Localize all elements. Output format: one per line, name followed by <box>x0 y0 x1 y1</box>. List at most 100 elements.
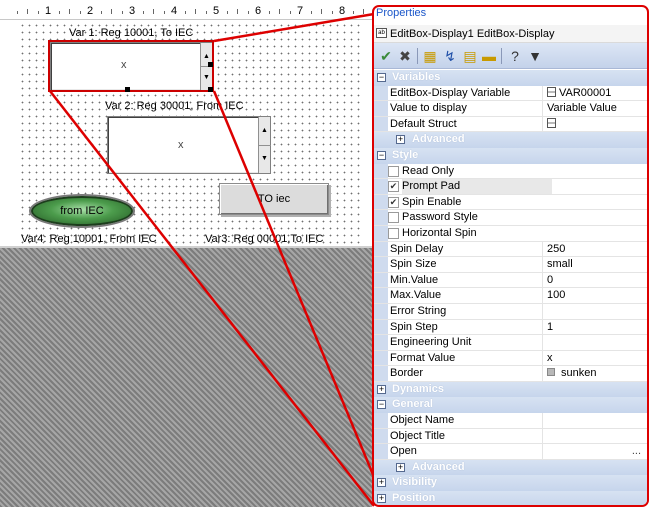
ruler-number: 7 <box>297 5 304 17</box>
property-row[interactable]: Default Struct <box>374 116 647 133</box>
category-visibility[interactable]: + Visibility <box>374 475 647 492</box>
property-value[interactable]: small <box>542 257 647 272</box>
property-value[interactable]: sunken <box>542 366 647 381</box>
category-dynamics[interactable]: + Dynamics <box>374 381 647 398</box>
resize-handle[interactable] <box>208 87 213 92</box>
sort-icon[interactable]: ↯ <box>441 47 459 65</box>
resize-handle[interactable] <box>208 62 213 67</box>
to-iec-button-label: TO iec <box>257 193 291 205</box>
horizontal-ruler: 1 2 3 4 5 6 7 8 <box>0 0 372 20</box>
checkbox-checked[interactable]: ✔ <box>388 181 399 193</box>
category-variables[interactable]: − Variables <box>374 70 647 86</box>
collapse-icon[interactable]: − <box>377 400 386 410</box>
property-row[interactable]: EditBox-Display Variable VAR00001 <box>374 85 647 102</box>
property-row[interactable]: Engineering Unit <box>374 335 647 351</box>
editbox-var1-selection[interactable] <box>48 40 214 92</box>
property-row[interactable]: Max.Value 100 <box>374 288 647 304</box>
properties-toolbar: ✔ ✖ ▦ ↯ ▤ ▬? ▼ <box>374 43 647 69</box>
property-row[interactable]: Value to display Variable Value <box>374 101 647 117</box>
variable-icon[interactable] <box>547 117 556 128</box>
ruler-tick <box>121 11 123 14</box>
property-value[interactable] <box>542 303 647 319</box>
border-swatch-icon <box>547 368 555 377</box>
spin-down-icon[interactable]: ▼ <box>261 155 268 162</box>
property-value[interactable] <box>542 428 647 444</box>
property-value[interactable]: 0 <box>542 272 647 288</box>
ruler-tick <box>310 11 312 14</box>
filter-icon[interactable]: ▼ <box>526 47 544 65</box>
category-advanced[interactable]: + Advanced <box>374 459 647 476</box>
row-gutter <box>374 350 388 366</box>
property-row[interactable]: Spin Size small <box>374 257 647 273</box>
editbox-var2[interactable]: x ▲ ▼ <box>107 116 271 174</box>
property-value[interactable]: ... <box>542 444 647 459</box>
ruler-tick <box>321 9 322 14</box>
property-row[interactable]: Open... <box>374 444 647 460</box>
toolbar-separator <box>501 48 502 64</box>
property-row[interactable]: Password Style <box>374 210 647 226</box>
row-gutter <box>374 241 388 257</box>
property-row[interactable]: Format Value x <box>374 350 647 367</box>
category-general[interactable]: − General <box>374 397 647 414</box>
category-style[interactable]: − Style <box>374 147 647 164</box>
property-name: Value to display <box>390 102 467 115</box>
property-value[interactable]: 100 <box>542 288 647 303</box>
delete-icon[interactable]: ✖ <box>396 47 414 65</box>
checkbox-unchecked[interactable] <box>388 227 399 239</box>
property-row[interactable]: Read Only <box>374 163 647 180</box>
variable-icon[interactable] <box>547 86 556 97</box>
collapse-icon[interactable]: − <box>377 73 386 82</box>
row-gutter <box>374 413 388 428</box>
from-iec-button[interactable]: from IEC <box>31 196 133 226</box>
categorized-icon[interactable]: ▦ <box>421 47 439 65</box>
property-value[interactable] <box>542 413 647 428</box>
expand-icon[interactable]: + <box>396 462 405 472</box>
checkbox-unchecked[interactable] <box>388 165 399 177</box>
property-row[interactable]: Spin Delay 250 <box>374 241 647 258</box>
category-advanced[interactable]: + Advanced <box>374 132 647 148</box>
browse-button[interactable]: ... <box>632 444 641 459</box>
property-value[interactable]: VAR00001 <box>542 85 647 101</box>
property-row[interactable]: Prompt Pad ✔ <box>374 179 647 195</box>
property-value[interactable] <box>542 335 647 350</box>
category-position[interactable]: + Position <box>374 491 647 505</box>
collapse-icon[interactable]: − <box>377 150 386 160</box>
ruler-tick <box>163 11 165 14</box>
editbox-var2-spinner[interactable]: ▲ ▼ <box>258 117 271 173</box>
comment-icon[interactable]: ▬ <box>480 47 498 65</box>
expand-icon[interactable]: + <box>377 494 386 504</box>
property-value[interactable]: Variable Value <box>542 101 647 116</box>
property-value-text: Variable Value <box>547 102 617 115</box>
property-value[interactable] <box>542 116 647 132</box>
expand-icon[interactable]: + <box>377 478 386 488</box>
expand-icon[interactable]: + <box>396 135 405 145</box>
ruler-number: 5 <box>213 5 220 17</box>
property-grid[interactable]: − Variables EditBox-Display Variable VAR000… <box>374 70 647 505</box>
property-value[interactable]: 1 <box>542 319 647 335</box>
help-icon[interactable]: ? <box>506 47 524 65</box>
property-row[interactable]: Object Name <box>374 413 647 429</box>
property-row[interactable]: Border sunken <box>374 366 647 382</box>
to-iec-button[interactable]: TO iec <box>219 183 329 215</box>
spin-up-icon[interactable]: ▲ <box>261 127 268 134</box>
expand-icon[interactable]: + <box>377 384 386 394</box>
checkbox-checked[interactable]: ✔ <box>388 196 399 208</box>
property-name: Object Title <box>390 429 446 442</box>
row-gutter <box>374 272 388 288</box>
property-row[interactable]: Object Title <box>374 428 647 445</box>
property-value[interactable]: x <box>542 350 647 366</box>
page-icon[interactable]: ▤ <box>461 47 479 65</box>
check-icon[interactable]: ✔ <box>377 47 395 65</box>
row-gutter <box>374 163 388 179</box>
property-row[interactable]: Spin Enable ✔ <box>374 194 647 211</box>
properties-panel[interactable]: Properties ab EditBox-Display1 EditBox-D… <box>372 5 649 507</box>
property-row[interactable]: Horizontal Spin <box>374 225 647 242</box>
property-row[interactable]: Spin Step 1 <box>374 319 647 336</box>
property-row[interactable]: Error String <box>374 303 647 320</box>
property-value[interactable]: 250 <box>542 241 647 257</box>
checkbox-unchecked[interactable] <box>388 212 399 224</box>
screen-designer[interactable]: 12345678 Var 1: Reg 10001, To IEC x ▲ ▼ … <box>0 0 372 507</box>
resize-handle[interactable] <box>125 87 130 92</box>
property-row[interactable]: Min.Value 0 <box>374 272 647 289</box>
category-label: General <box>392 398 433 411</box>
